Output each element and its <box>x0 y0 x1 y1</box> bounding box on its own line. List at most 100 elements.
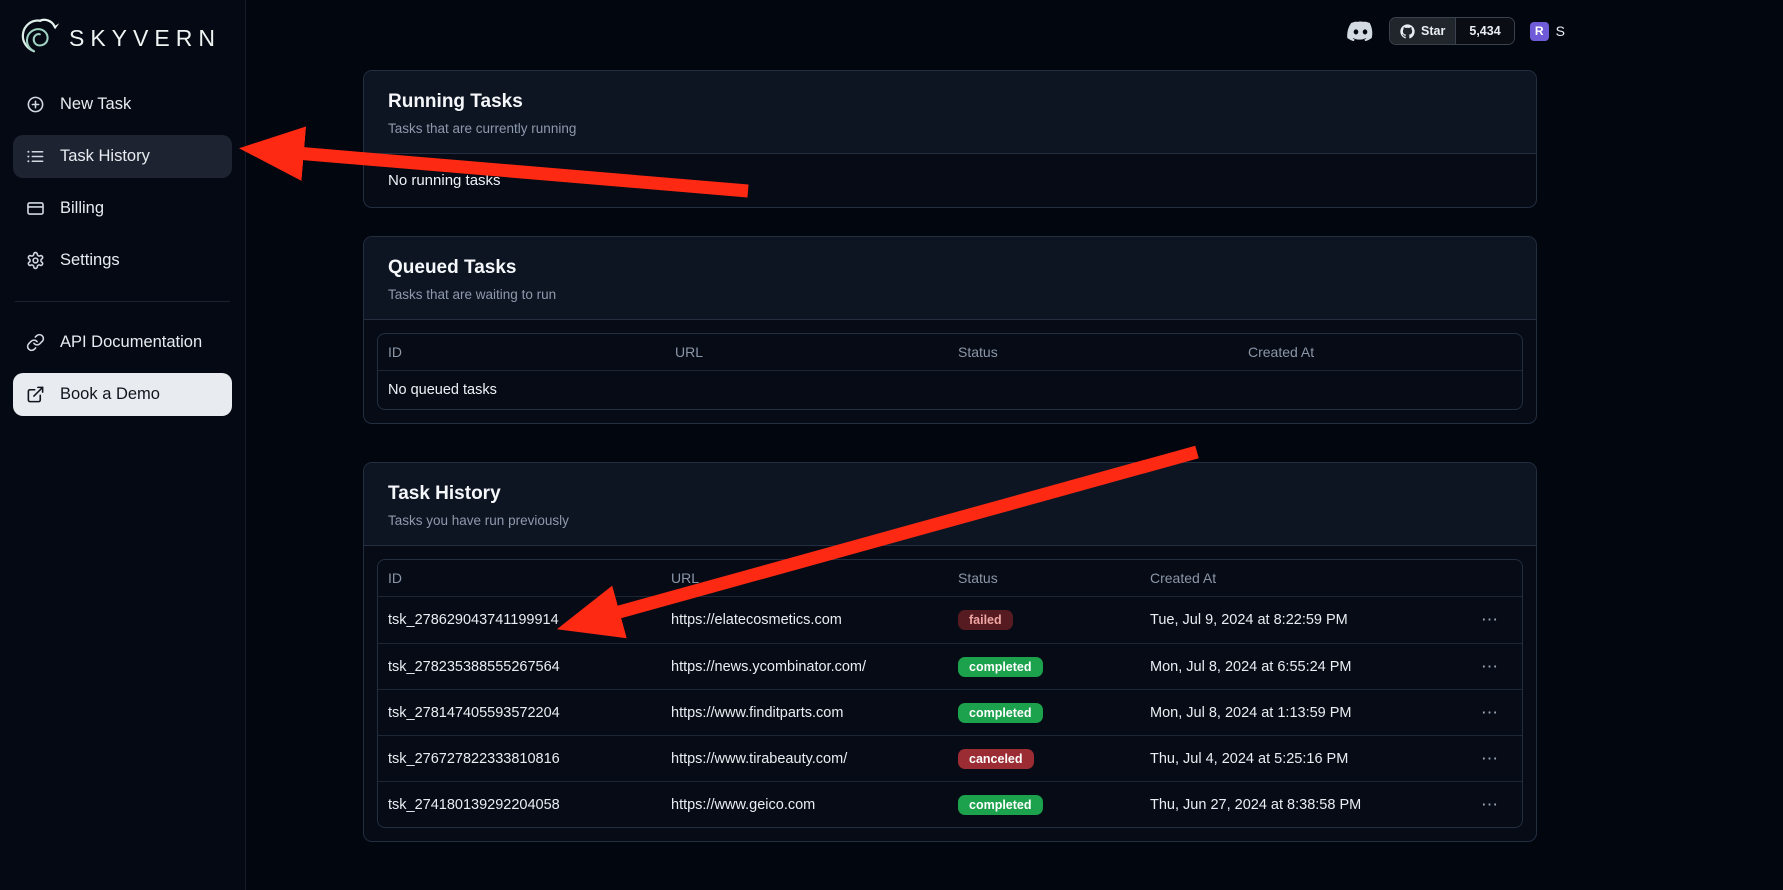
list-icon <box>26 147 45 166</box>
task-status-cell: completed <box>948 703 1140 723</box>
column-header-id: ID <box>378 560 661 596</box>
column-header-id: ID <box>378 334 665 370</box>
sidebar-item-task-history[interactable]: Task History <box>13 135 232 178</box>
task-status-cell: completed <box>948 795 1140 815</box>
task-actions-cell: ⋯ <box>1458 610 1522 630</box>
task-actions-cell: ⋯ <box>1458 703 1522 723</box>
sidebar-item-billing[interactable]: Billing <box>13 187 232 230</box>
brand-name: SKYVERN <box>69 25 221 52</box>
sidebar-item-label: Book a Demo <box>60 385 160 404</box>
brand-logo[interactable]: SKYVERN <box>13 10 232 83</box>
credit-card-icon <box>26 199 45 218</box>
sidebar-secondary-nav: API Documentation Book a Demo <box>13 321 232 416</box>
column-header-created-at: Created At <box>1238 334 1522 370</box>
sidebar-item-label: Billing <box>60 199 104 218</box>
discord-icon[interactable] <box>1347 21 1374 41</box>
card-title: Queued Tasks <box>388 257 1512 279</box>
skyvern-dragon-icon <box>17 14 61 63</box>
sidebar-item-label: Settings <box>60 251 120 270</box>
task-status-cell: failed <box>948 610 1140 630</box>
github-star-left: Star <box>1390 18 1456 44</box>
row-actions-button[interactable]: ⋯ <box>1481 610 1499 630</box>
sidebar-divider <box>15 301 230 302</box>
task-actions-cell: ⋯ <box>1458 749 1522 769</box>
content: Running Tasks Tasks that are currently r… <box>363 70 1537 842</box>
link-icon <box>26 333 45 352</box>
running-tasks-header: Running Tasks Tasks that are currently r… <box>364 71 1536 154</box>
task-created-cell: Thu, Jul 4, 2024 at 5:25:16 PM <box>1140 751 1458 767</box>
row-actions-button[interactable]: ⋯ <box>1481 749 1499 769</box>
github-star-button[interactable]: Star 5,434 <box>1389 17 1515 45</box>
sidebar-item-label: New Task <box>60 95 131 114</box>
card-title: Task History <box>388 483 1512 505</box>
sidebar-item-api-documentation[interactable]: API Documentation <box>13 321 232 364</box>
sidebar-item-settings[interactable]: Settings <box>13 239 232 282</box>
task-id-cell: tsk_278235388555267564 <box>378 659 661 675</box>
queued-tasks-header: Queued Tasks Tasks that are waiting to r… <box>364 237 1536 320</box>
github-star-count: 5,434 <box>1456 18 1513 44</box>
task-history-table: ID URL Status Created At tsk_27862904374… <box>377 559 1523 828</box>
sidebar-nav: New Task Task History Billing Settings <box>13 83 232 282</box>
row-actions-button[interactable]: ⋯ <box>1481 703 1499 723</box>
card-title: Running Tasks <box>388 91 1512 113</box>
task-url-cell: https://www.tirabeauty.com/ <box>661 751 948 767</box>
task-status-badge: completed <box>958 703 1043 723</box>
task-id-cell: tsk_274180139292204058 <box>378 797 661 813</box>
sidebar-item-label: API Documentation <box>60 333 202 352</box>
sidebar-item-book-a-demo[interactable]: Book a Demo <box>13 373 232 416</box>
task-history-card: Task History Tasks you have run previous… <box>363 462 1537 842</box>
task-actions-cell: ⋯ <box>1458 795 1522 815</box>
task-url-cell: https://www.finditparts.com <box>661 705 948 721</box>
task-status-badge: canceled <box>958 749 1034 769</box>
task-status-badge: failed <box>958 610 1013 630</box>
row-actions-button[interactable]: ⋯ <box>1481 657 1499 677</box>
user-name-partial: S <box>1556 23 1565 39</box>
task-created-cell: Tue, Jul 9, 2024 at 8:22:59 PM <box>1140 612 1458 628</box>
gear-icon <box>26 251 45 270</box>
column-header-url: URL <box>661 560 948 596</box>
task-url-cell: https://www.geico.com <box>661 797 948 813</box>
task-url-cell: https://news.ycombinator.com/ <box>661 659 948 675</box>
task-created-cell: Mon, Jul 8, 2024 at 1:13:59 PM <box>1140 705 1458 721</box>
plus-circle-icon <box>26 95 45 114</box>
sidebar-item-new-task[interactable]: New Task <box>13 83 232 126</box>
queued-tasks-table: ID URL Status Created At No queued tasks <box>377 333 1523 410</box>
column-header-url: URL <box>665 334 948 370</box>
table-row[interactable]: tsk_276727822333810816 https://www.tirab… <box>378 735 1522 781</box>
task-url-cell: https://elatecosmetics.com <box>661 612 948 628</box>
external-link-icon <box>26 385 45 404</box>
github-icon <box>1400 24 1415 39</box>
github-star-label: Star <box>1421 24 1445 38</box>
avatar[interactable]: R <box>1530 22 1549 41</box>
task-status-badge: completed <box>958 795 1043 815</box>
task-history-header: Task History Tasks you have run previous… <box>364 463 1536 546</box>
task-history-body: ID URL Status Created At tsk_27862904374… <box>364 546 1536 841</box>
queued-tasks-empty: No queued tasks <box>378 371 1522 409</box>
row-actions-button[interactable]: ⋯ <box>1481 795 1499 815</box>
table-header-row: ID URL Status Created At <box>378 334 1522 371</box>
table-row[interactable]: tsk_274180139292204058 https://www.geico… <box>378 781 1522 827</box>
task-actions-cell: ⋯ <box>1458 657 1522 677</box>
queued-tasks-body: ID URL Status Created At No queued tasks <box>364 320 1536 423</box>
task-status-badge: completed <box>958 657 1043 677</box>
task-status-cell: canceled <box>948 749 1140 769</box>
main-area: Star 5,434 R S Running Tasks Tasks that … <box>246 0 1783 890</box>
table-row[interactable]: tsk_278147405593572204 https://www.findi… <box>378 689 1522 735</box>
task-created-cell: Mon, Jul 8, 2024 at 6:55:24 PM <box>1140 659 1458 675</box>
task-created-cell: Thu, Jun 27, 2024 at 8:38:58 PM <box>1140 797 1458 813</box>
column-header-actions <box>1458 568 1522 588</box>
table-row[interactable]: tsk_278629043741199914 https://elatecosm… <box>378 597 1522 643</box>
task-id-cell: tsk_278629043741199914 <box>378 612 661 628</box>
queued-tasks-card: Queued Tasks Tasks that are waiting to r… <box>363 236 1537 424</box>
table-row[interactable]: tsk_278235388555267564 https://news.ycom… <box>378 643 1522 689</box>
running-tasks-card: Running Tasks Tasks that are currently r… <box>363 70 1537 208</box>
sidebar: SKYVERN New Task Task History Billing Se… <box>0 0 246 890</box>
topbar: Star 5,434 R S <box>492 15 1783 47</box>
card-subtitle: Tasks that are currently running <box>388 121 1512 136</box>
task-status-cell: completed <box>948 657 1140 677</box>
sidebar-item-label: Task History <box>60 147 150 166</box>
card-subtitle: Tasks you have run previously <box>388 513 1512 528</box>
column-header-created-at: Created At <box>1140 560 1458 596</box>
task-id-cell: tsk_278147405593572204 <box>378 705 661 721</box>
column-header-status: Status <box>948 334 1238 370</box>
